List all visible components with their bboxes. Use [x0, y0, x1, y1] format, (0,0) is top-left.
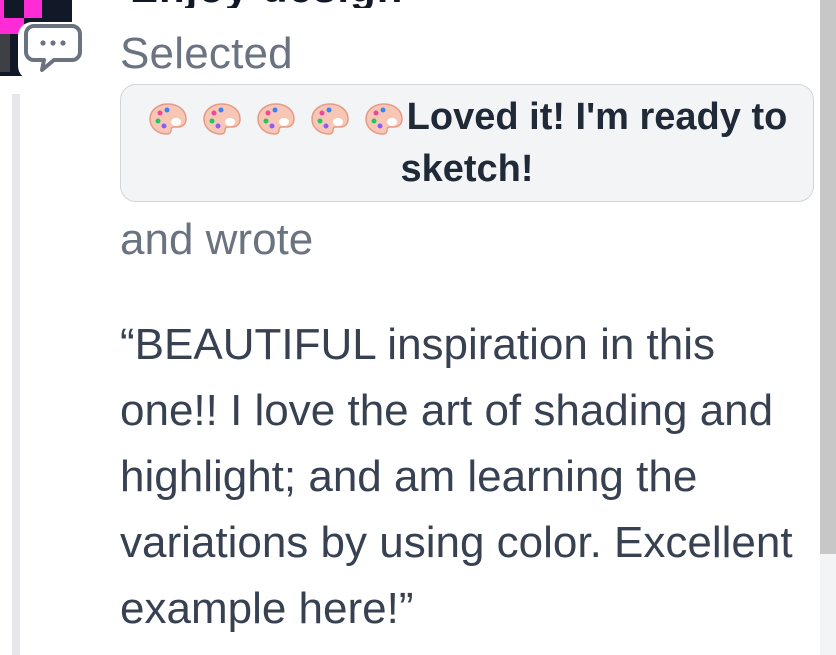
and-wrote-label: and wrote [120, 215, 314, 264]
avatar-gray-block [0, 34, 10, 72]
palette-icon [148, 103, 187, 135]
selected-reaction-text: Loved it! I'm ready to sketch! [400, 96, 788, 190]
comment-icon [24, 24, 82, 72]
palette-icon [256, 103, 295, 135]
comment-badge [18, 22, 88, 80]
vertical-scrollbar[interactable] [820, 0, 836, 655]
palette-icon [310, 103, 349, 135]
reaction-content: Selected Loved it! I'm ready to sketch! … [120, 28, 816, 642]
thread-rail [12, 94, 20, 655]
scrollbar-thumb[interactable] [820, 0, 836, 554]
avatar-pink-block [24, 0, 42, 18]
selected-reaction-line: Loved it! I'm ready to sketch! [143, 91, 791, 195]
palette-icon-group [147, 101, 405, 137]
palette-icon [364, 103, 403, 135]
selected-reaction-card: Loved it! I'm ready to sketch! [120, 84, 814, 202]
palette-icon [202, 103, 241, 135]
comment-text: “BEAUTIFUL inspiration in this one!! I l… [120, 320, 793, 633]
avatar-pink-block [0, 0, 4, 18]
selected-label: Selected [120, 29, 293, 78]
partial-heading: Enjoy design [130, 0, 403, 8]
top-heading-fragment: Enjoy design [130, 0, 450, 8]
